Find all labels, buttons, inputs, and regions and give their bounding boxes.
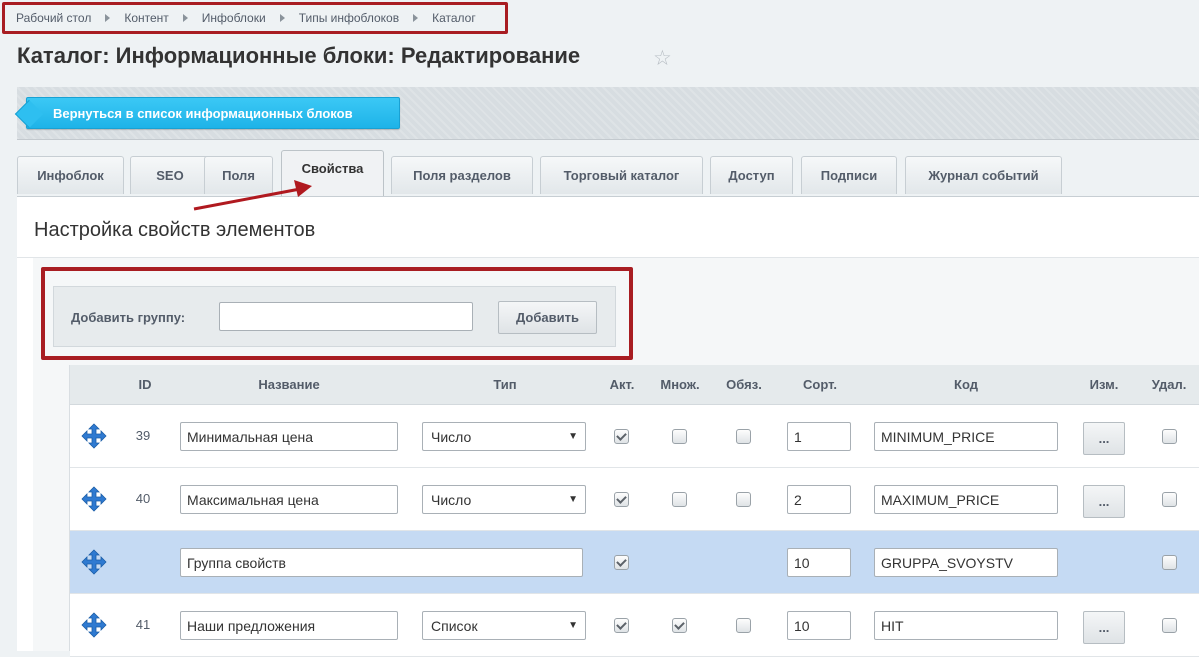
page-title: Каталог: Информационные блоки: Редактиро…	[17, 43, 581, 68]
delete-checkbox[interactable]	[1162, 555, 1177, 570]
column-header-edit: Изм.	[1089, 377, 1119, 392]
breadcrumb-item-iblock-types[interactable]: Типы инфоблоков	[299, 11, 399, 25]
highlight-frame	[41, 267, 633, 360]
dropdown-arrow-icon: ▼	[568, 431, 578, 442]
column-header-multiple: Множ.	[660, 377, 700, 392]
dropdown-arrow-icon: ▼	[568, 620, 578, 631]
column-header-sort: Сорт.	[803, 377, 837, 392]
sort-input[interactable]: 10	[787, 611, 851, 640]
chevron-right-icon	[413, 14, 419, 22]
column-header-name: Название	[258, 377, 320, 392]
sort-input[interactable]: 10	[787, 548, 851, 577]
code-input[interactable]: MINIMUM_PRICE	[874, 422, 1058, 451]
breadcrumb-item-iblocks[interactable]: Инфоблоки	[202, 11, 266, 25]
property-name-input[interactable]: Максимальная цена	[180, 485, 398, 514]
active-checkbox[interactable]	[614, 618, 629, 633]
column-header-type: Тип	[493, 377, 517, 392]
active-checkbox[interactable]	[614, 429, 629, 444]
edit-property-button[interactable]: ...	[1083, 422, 1125, 455]
chevron-right-icon	[105, 14, 111, 22]
property-name-input[interactable]: Наши предложения	[180, 611, 398, 640]
breadcrumb-item-desktop[interactable]: Рабочий стол	[16, 11, 91, 25]
sort-input[interactable]: 2	[787, 485, 851, 514]
chevron-right-icon	[182, 14, 188, 22]
dropdown-arrow-icon: ▼	[568, 494, 578, 505]
property-type-value: Список	[431, 617, 478, 634]
property-type-select[interactable]: Список ▼	[422, 611, 586, 640]
tab-captions[interactable]: Подписи	[801, 156, 897, 194]
table-row-group: Группа свойств 10 GRUPPA_SVOYSTV	[70, 531, 1199, 594]
tab-access[interactable]: Доступ	[710, 156, 793, 194]
code-input[interactable]: MAXIMUM_PRICE	[874, 485, 1058, 514]
multiple-checkbox[interactable]	[672, 492, 687, 507]
required-checkbox[interactable]	[736, 618, 751, 633]
code-input[interactable]: GRUPPA_SVOYSTV	[874, 548, 1058, 577]
group-name-input[interactable]: Группа свойств	[180, 548, 583, 577]
column-header-code: Код	[954, 377, 978, 392]
drag-handle-icon[interactable]	[81, 612, 107, 638]
property-id: 40	[135, 491, 151, 506]
section-title: Настройка свойств элементов	[34, 219, 316, 241]
active-checkbox[interactable]	[614, 492, 629, 507]
annotation-arrow	[193, 180, 312, 211]
tab-trade-catalog[interactable]: Торговый каталог	[540, 156, 703, 194]
breadcrumb-item-content[interactable]: Контент	[124, 11, 168, 25]
column-header-delete: Удал.	[1151, 377, 1187, 392]
table-row: 41 Наши предложения Список ▼ 10 HIT ...	[70, 594, 1199, 657]
column-header-id: ID	[138, 377, 152, 392]
delete-checkbox[interactable]	[1162, 618, 1177, 633]
property-type-select[interactable]: Число ▼	[422, 422, 586, 451]
table-row: 39 Минимальная цена Число ▼ 1 MINIMUM_PR…	[70, 405, 1199, 468]
table-header: ID Название Тип Акт. Множ. Обяз. Сорт. К…	[70, 365, 1199, 405]
table-row: 40 Максимальная цена Число ▼ 2 MAXIMUM_P…	[70, 468, 1199, 531]
active-checkbox[interactable]	[614, 555, 629, 570]
drag-handle-icon[interactable]	[81, 486, 107, 512]
property-type-select[interactable]: Число ▼	[422, 485, 586, 514]
column-header-required: Обяз.	[726, 377, 762, 392]
multiple-checkbox[interactable]	[672, 618, 687, 633]
delete-checkbox[interactable]	[1162, 429, 1177, 444]
back-to-list-button[interactable]: Вернуться в список информационных блоков	[26, 97, 400, 129]
drag-handle-icon[interactable]	[81, 549, 107, 575]
tab-infoblock[interactable]: Инфоблок	[17, 156, 124, 194]
column-header-active: Акт.	[609, 377, 635, 392]
property-id: 41	[135, 617, 151, 632]
drag-handle-icon[interactable]	[81, 423, 107, 449]
property-name-input[interactable]: Минимальная цена	[180, 422, 398, 451]
property-type-value: Число	[431, 491, 472, 508]
chevron-right-icon	[279, 14, 285, 22]
multiple-checkbox[interactable]	[672, 429, 687, 444]
sort-input[interactable]: 1	[787, 422, 851, 451]
required-checkbox[interactable]	[736, 492, 751, 507]
property-id: 39	[135, 428, 151, 443]
edit-property-button[interactable]: ...	[1083, 485, 1125, 518]
property-type-value: Число	[431, 428, 472, 445]
tab-event-log[interactable]: Журнал событий	[905, 156, 1062, 194]
star-icon[interactable]: ☆	[653, 46, 672, 71]
toolbar: Вернуться в список информационных блоков	[17, 87, 1199, 140]
required-checkbox[interactable]	[736, 429, 751, 444]
code-input[interactable]: HIT	[874, 611, 1058, 640]
properties-table: ID Название Тип Акт. Множ. Обяз. Сорт. К…	[69, 365, 1199, 657]
breadcrumb-item-catalog[interactable]: Каталог	[432, 11, 476, 25]
tab-section-fields[interactable]: Поля разделов	[391, 156, 533, 194]
edit-property-button[interactable]: ...	[1083, 611, 1125, 644]
delete-checkbox[interactable]	[1162, 492, 1177, 507]
breadcrumb: Рабочий стол Контент Инфоблоки Типы инфо…	[2, 2, 508, 34]
